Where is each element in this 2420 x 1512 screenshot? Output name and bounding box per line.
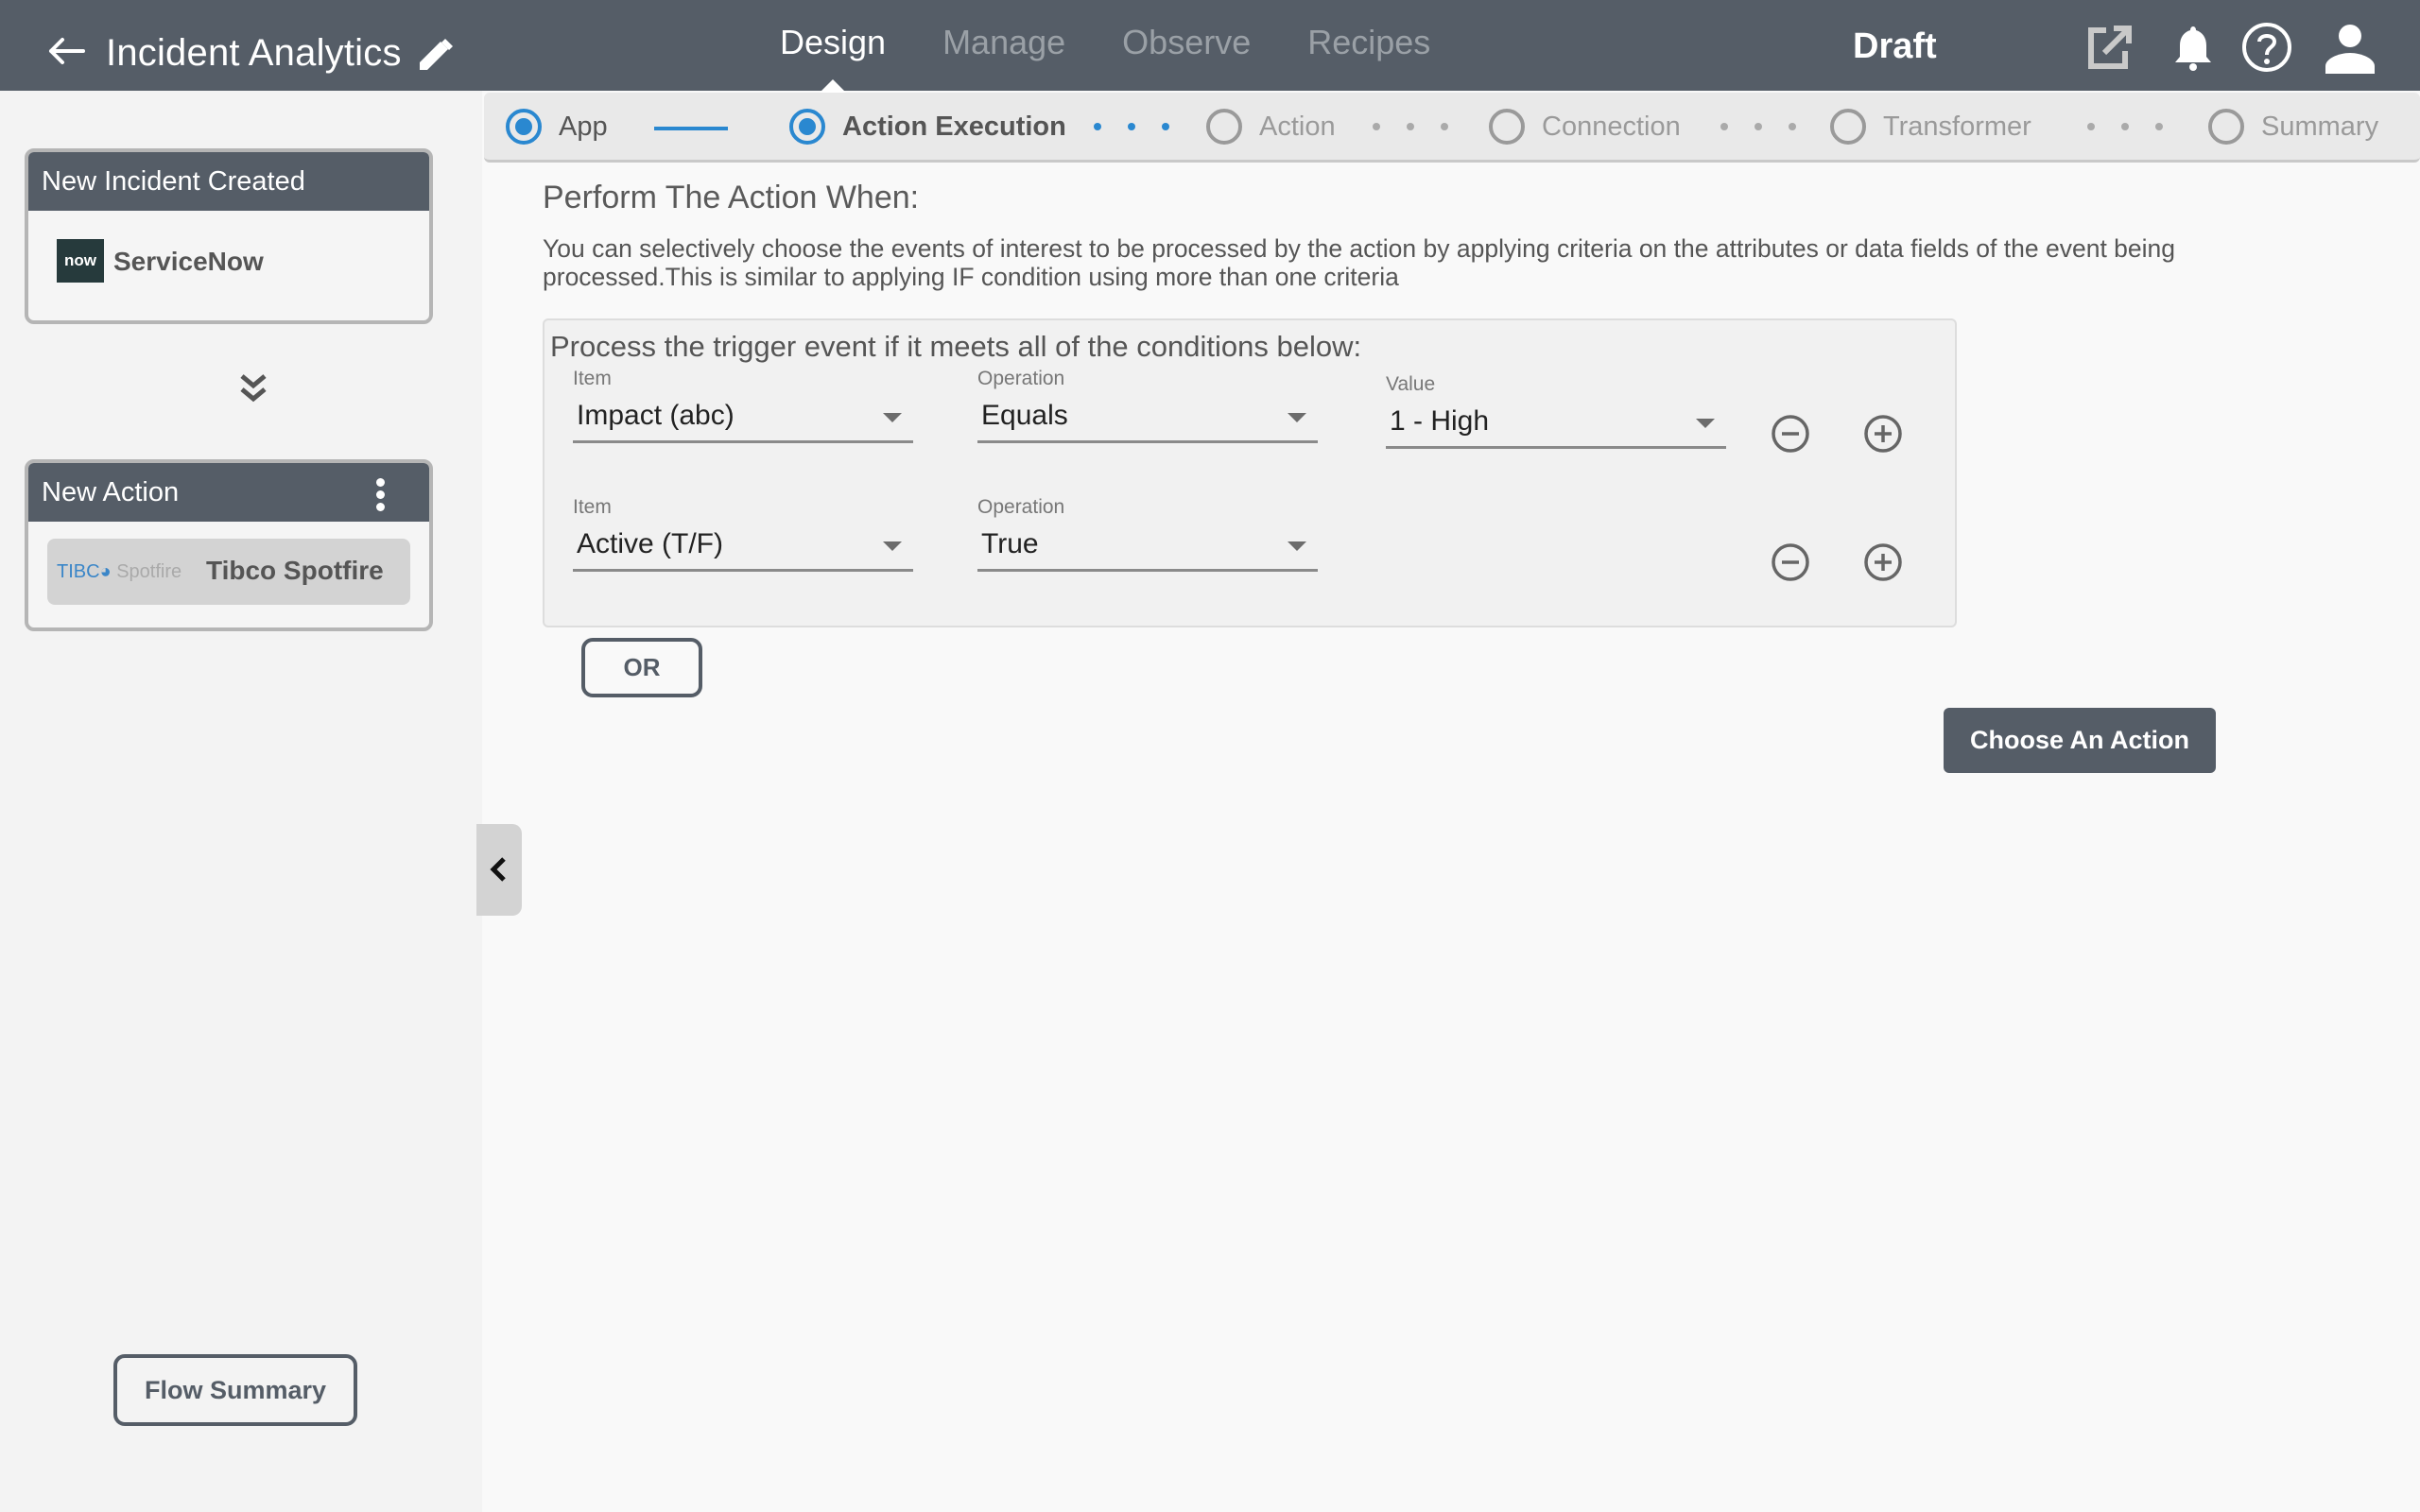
pencil-icon[interactable] [416,36,456,74]
step-transformer[interactable]: Transformer [1830,109,2031,145]
condition-1-operation: Operation Equals [977,368,1318,443]
step-connector-dots [1720,123,1796,130]
main-nav: Design Manage Observe Recipes [780,23,1487,93]
tibco-spotfire-logo: TIBC◕ Spotfire [57,561,182,583]
condition-1-item-select[interactable]: Impact (abc) [573,400,913,443]
condition-2-operation-select[interactable]: True [977,528,1318,572]
tab-design[interactable]: Design [780,23,887,93]
spotfire-chip[interactable]: TIBC◕ Spotfire Tibco Spotfire [47,539,410,605]
step-summary[interactable]: Summary [2208,109,2378,145]
select-value: True [981,528,1039,559]
choose-action-button[interactable]: Choose An Action [1944,708,2216,773]
operation-label: Operation [977,368,1065,389]
step-action-radio-icon [1206,109,1242,145]
app-title: Incident Analytics [106,32,402,74]
condition-2-item: Item Active (T/F) [573,496,913,572]
step-connection[interactable]: Connection [1489,109,1681,145]
condition-1-value-select[interactable]: 1 - High [1386,405,1726,449]
trigger-card-title: New Incident Created [28,152,429,211]
bell-icon[interactable] [2167,21,2220,74]
select-value: 1 - High [1390,405,1490,437]
tab-manage-label: Manage [942,23,1066,61]
tab-manage[interactable]: Manage [942,23,1065,62]
action-card-header: New Action [28,463,429,522]
value-label: Value [1386,373,1436,395]
caret-down-icon [883,541,902,551]
item-label: Item [573,368,612,389]
status-badge: Draft [1853,26,1937,66]
chevron-left-icon [490,857,506,882]
wizard-stepper: App Action Execution Action Connection T… [484,93,2420,163]
spotfire-logo-text: Spotfire [116,561,182,582]
step-app-radio-icon [506,109,542,145]
step-transformer-radio-icon [1830,109,1866,145]
active-tab-indicator [820,79,847,93]
remove-condition-icon[interactable] [1771,542,1810,582]
tibco-swirl-icon: ◕ [99,561,112,582]
condition-2-operation: Operation True [977,496,1318,572]
user-icon[interactable] [2324,21,2377,74]
step-connection-radio-icon [1489,109,1525,145]
condition-1-operation-select[interactable]: Equals [977,400,1318,443]
page-description: You can selectively choose the events of… [543,234,2176,291]
add-condition-icon[interactable] [1863,542,1903,582]
tibco-logo-text: TIBC [57,561,100,582]
open-external-icon[interactable] [2083,21,2136,74]
select-value: Active (T/F) [577,528,723,559]
flow-summary-button[interactable]: Flow Summary [113,1354,357,1426]
double-chevron-down-icon [240,374,267,403]
step-connector-dots [1373,123,1448,130]
help-icon[interactable] [2240,21,2293,74]
select-value: Impact (abc) [577,400,735,431]
caret-down-icon [1288,413,1306,422]
step-summary-radio-icon [2208,109,2244,145]
tab-recipes[interactable]: Recipes [1307,23,1430,62]
servicenow-logo: now [57,239,104,283]
conditions-heading: Process the trigger event if it meets al… [550,330,1362,363]
step-app-label: App [559,111,608,142]
collapse-sidebar-button[interactable] [476,824,522,916]
step-connector-complete [654,127,728,130]
select-value: Equals [981,400,1068,431]
trigger-card[interactable]: New Incident Created now ServiceNow [25,148,433,324]
remove-condition-icon[interactable] [1771,414,1810,454]
caret-down-icon [1288,541,1306,551]
page-title: Perform The Action When: [543,180,920,215]
step-action-execution-label: Action Execution [842,111,1066,142]
or-button[interactable]: OR [581,638,702,697]
flow-sidebar: New Incident Created now ServiceNow New … [0,91,482,1512]
action-card-title: New Action [42,477,180,507]
conditions-panel: Process the trigger event if it meets al… [543,318,1957,627]
step-action-label: Action [1259,111,1336,142]
item-label: Item [573,496,612,518]
tab-observe-label: Observe [1122,23,1252,61]
step-action[interactable]: Action [1206,109,1336,145]
action-service-name: Tibco Spotfire [206,556,384,585]
trigger-service-name: ServiceNow [113,247,264,276]
add-condition-icon[interactable] [1863,414,1903,454]
step-summary-label: Summary [2261,111,2379,142]
step-connection-label: Connection [1542,111,1681,142]
caret-down-icon [883,413,902,422]
condition-1-value: Value 1 - High [1386,373,1726,449]
action-card[interactable]: New Action TIBC◕ Spotfire Tibco Spotfire [25,459,433,631]
arrow-left-icon[interactable] [47,36,87,66]
condition-1-item: Item Impact (abc) [573,368,913,443]
top-bar: Incident Analytics Design Manage Observe… [0,0,2420,93]
step-connector-dots [1094,123,1169,130]
operation-label: Operation [977,496,1065,518]
step-transformer-label: Transformer [1883,111,2031,142]
step-action-execution[interactable]: Action Execution [789,109,1066,145]
tab-recipes-label: Recipes [1307,23,1431,61]
step-app[interactable]: App [506,109,608,145]
more-vert-icon[interactable] [376,478,386,511]
tab-design-label: Design [780,23,887,61]
condition-2-item-select[interactable]: Active (T/F) [573,528,913,572]
caret-down-icon [1696,419,1715,428]
tab-observe[interactable]: Observe [1122,23,1251,62]
step-action-execution-radio-icon [789,109,825,145]
step-connector-dots [2087,123,2163,130]
